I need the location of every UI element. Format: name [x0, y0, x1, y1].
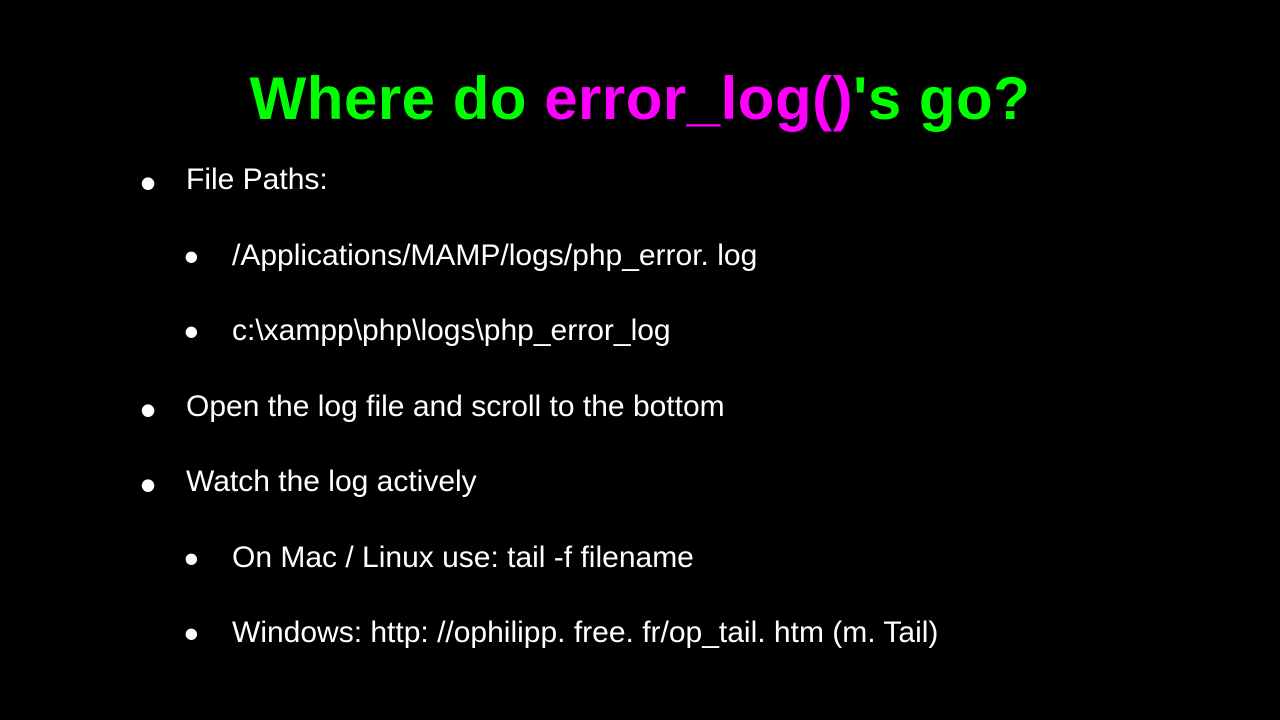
list-item: • Open the log file and scroll to the bo…	[140, 388, 1280, 426]
list-item: • c:\xampp\php\logs\php_error_log	[184, 312, 1280, 350]
bullet-list: • File Paths: • /Applications/MAMP/logs/…	[140, 161, 1280, 652]
list-text: /Applications/MAMP/logs/php_error. log	[232, 237, 757, 275]
bullet-icon: •	[184, 320, 202, 343]
list-item: • On Mac / Linux use: tail -f filename	[184, 539, 1280, 577]
list-item: • File Paths:	[140, 161, 1280, 199]
bullet-icon: •	[140, 473, 158, 498]
title-part-1: Where do	[250, 65, 545, 132]
bullet-icon: •	[140, 171, 158, 196]
list-item: • Windows: http: //ophilipp. free. fr/op…	[184, 614, 1280, 652]
bullet-icon: •	[184, 245, 202, 268]
list-text: File Paths:	[186, 161, 328, 199]
list-text: Open the log file and scroll to the bott…	[186, 388, 725, 426]
list-text: c:\xampp\php\logs\php_error_log	[232, 312, 671, 350]
bullet-icon: •	[184, 547, 202, 570]
list-text: Windows: http: //ophilipp. free. fr/op_t…	[232, 614, 938, 652]
slide: Where do error_log()'s go? • File Paths:…	[0, 0, 1280, 720]
list-text: On Mac / Linux use: tail -f filename	[232, 539, 694, 577]
slide-title: Where do error_log()'s go?	[140, 64, 1280, 133]
title-part-2: error_log()	[544, 65, 853, 132]
bullet-icon: •	[140, 398, 158, 423]
list-item: • Watch the log actively	[140, 463, 1280, 501]
list-text: Watch the log actively	[186, 463, 477, 501]
bullet-icon: •	[184, 622, 202, 645]
title-part-3: 's go?	[853, 65, 1030, 132]
list-item: • /Applications/MAMP/logs/php_error. log	[184, 237, 1280, 275]
